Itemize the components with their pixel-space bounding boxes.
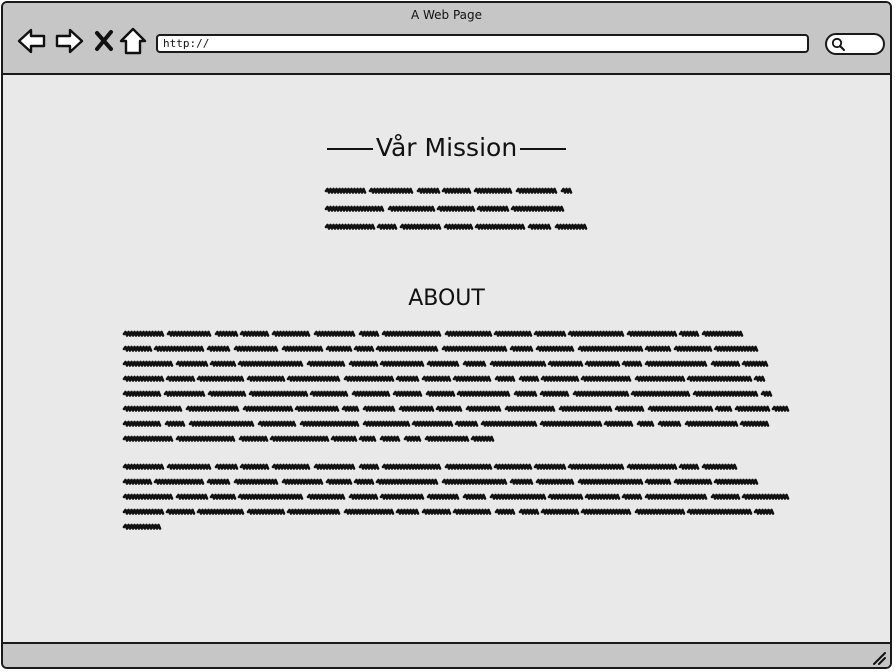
placeholder-text-line [122,405,790,412]
home-icon [119,27,147,55]
placeholder-text-line [122,345,759,352]
mission-title: Vår Mission [375,133,518,162]
placeholder-text-line [122,435,495,442]
page-content: Vår Mission ABOUT [3,75,890,645]
placeholder-text-line [122,390,773,397]
placeholder-text-line [122,478,759,485]
about-heading: ABOUT [408,286,485,311]
placeholder-text-line [122,330,744,337]
placeholder-text-line [324,223,588,230]
window-title: A Web Page [410,8,483,22]
mission-text-block [324,187,588,230]
browser-toolbar: A Web Page http:// [3,3,890,75]
placeholder-text-line [122,493,790,500]
placeholder-text-line [324,187,573,194]
address-bar[interactable]: http:// [156,34,809,53]
back-button[interactable] [16,25,48,57]
placeholder-text-line [122,463,738,470]
heading-rule-right [520,148,567,150]
about-paragraph-1 [122,330,790,442]
forward-button[interactable] [53,25,85,57]
about-paragraph-2 [122,463,790,530]
resize-grip-icon[interactable] [870,649,886,665]
placeholder-text-line [122,508,775,515]
placeholder-text-line [122,420,770,427]
placeholder-text-line [324,205,565,212]
mission-heading: Vår Mission [3,133,890,162]
arrow-left-icon [17,28,46,54]
home-button[interactable] [117,25,149,57]
placeholder-text-line [122,375,766,382]
placeholder-text-line [122,360,769,367]
arrow-right-icon [55,28,84,54]
browser-window: A Web Page http:// Vår Mission ABOUT [1,1,892,669]
search-field[interactable] [825,33,885,55]
search-icon [831,37,845,51]
placeholder-text-line [122,523,162,530]
status-bar [3,642,890,667]
heading-rule-left [326,148,373,150]
